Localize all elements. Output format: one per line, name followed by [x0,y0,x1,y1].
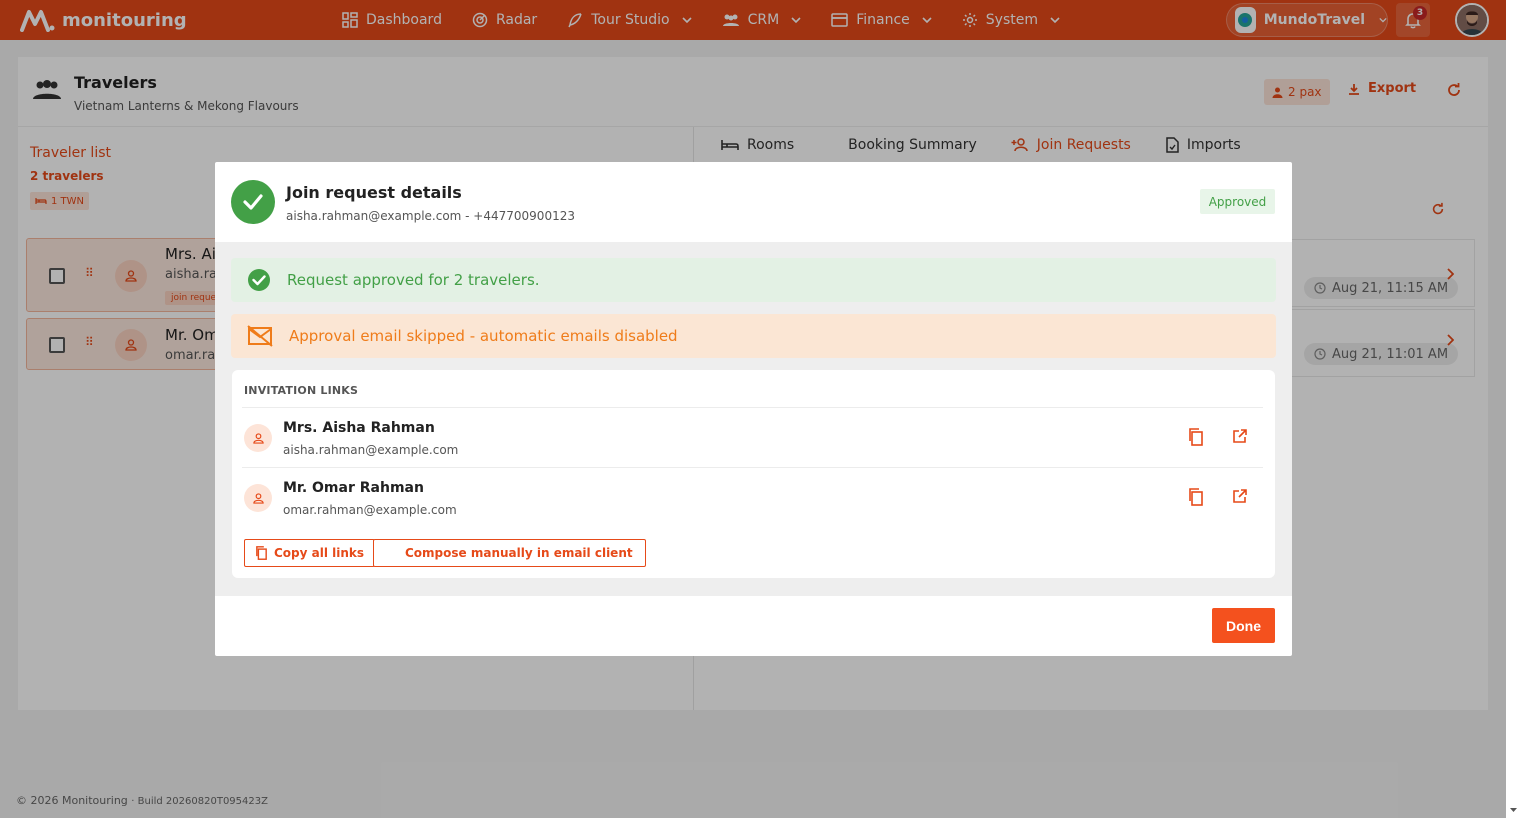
person-icon [252,492,264,504]
person-icon [252,432,264,444]
dialog-title: Join request details [286,183,462,202]
invitation-links-card: INVITATION LINKS Mrs. Aisha Rahman aisha… [232,370,1275,578]
invitation-links-title: INVITATION LINKS [244,384,359,397]
email-off-icon [247,325,273,347]
copy-icon[interactable] [1188,428,1204,446]
success-check-icon [231,180,275,224]
traveler-avatar [244,484,272,512]
warning-alert-text: Approval email skipped - automatic email… [289,327,678,345]
dialog-contact: aisha.rahman@example.com - +447700900123 [286,209,575,223]
open-in-new-icon[interactable] [1232,428,1248,444]
invitee-email: aisha.rahman@example.com [283,443,459,457]
page-scrollbar[interactable] [1506,0,1521,818]
copy-icon [256,546,267,560]
warning-alert: Approval email skipped - automatic email… [231,314,1276,358]
done-button[interactable]: Done [1212,608,1275,643]
dialog-header: Join request details aisha.rahman@exampl… [215,162,1292,242]
invitee-name: Mr. Omar Rahman [283,480,424,496]
copy-icon[interactable] [1188,488,1204,506]
dialog-body: Request approved for 2 travelers. Approv… [215,242,1292,596]
traveler-avatar [244,424,272,452]
invitee-name: Mrs. Aisha Rahman [283,420,435,436]
compose-label: Compose manually in email client [405,546,633,560]
check-circle-icon [248,269,270,291]
invitee-email: omar.rahman@example.com [283,503,457,517]
copy-all-links-button[interactable]: Copy all links [244,539,376,567]
invitation-link-row: Mrs. Aisha Rahman aisha.rahman@example.c… [242,407,1263,467]
compose-email-button[interactable]: Compose manually in email client [373,539,646,567]
success-alert-text: Request approved for 2 travelers. [287,271,540,289]
join-request-dialog: Join request details aisha.rahman@exampl… [215,162,1292,656]
invitation-link-row: Mr. Omar Rahman omar.rahman@example.com [242,467,1263,527]
open-in-new-icon[interactable] [1232,488,1248,504]
copy-all-label: Copy all links [274,546,365,560]
status-badge: Approved [1200,189,1275,214]
scroll-down-arrow-icon[interactable] [1506,804,1521,816]
success-alert: Request approved for 2 travelers. [231,258,1276,302]
